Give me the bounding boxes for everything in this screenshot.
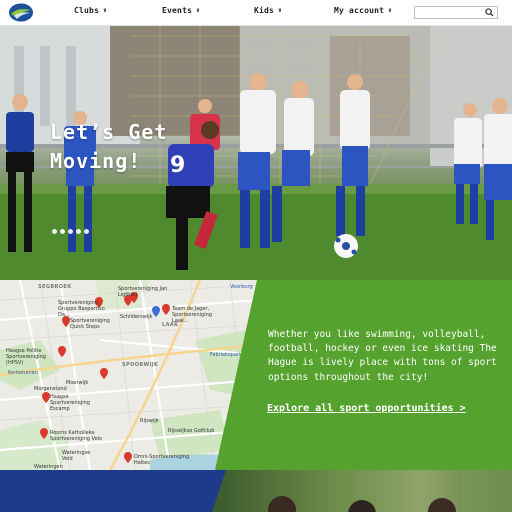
slide-dot[interactable] xyxy=(84,229,89,234)
clubs-map[interactable]: SEGBROEK Sportvereniging Jan Ligthart Sp… xyxy=(0,280,258,470)
bottom-photo-image xyxy=(268,470,512,512)
nav-kids-label: Kids xyxy=(254,6,275,15)
info-text: Whether you like swimming, volleyball, f… xyxy=(268,329,497,383)
slide-dot[interactable] xyxy=(52,229,57,234)
nav-clubs[interactable]: Clubs ∨ xyxy=(74,6,107,15)
nav-events[interactable]: Events ∨ xyxy=(162,6,200,15)
map-label: Wateringse Veld xyxy=(62,450,91,462)
slide-dot[interactable] xyxy=(68,229,73,234)
map-label: LAAK xyxy=(162,322,179,328)
map-label: Voorburg xyxy=(230,284,253,290)
map-label: Haagse Politie Sportvereniging (HPSV) xyxy=(6,348,46,366)
search-icon[interactable] xyxy=(485,8,494,17)
nav-clubs-label: Clubs xyxy=(74,6,100,15)
map-label: Morgenstond xyxy=(34,386,67,392)
map-label: Kerketuinen xyxy=(8,370,38,376)
jersey-number: 9 xyxy=(170,153,185,178)
map-label: SEGBROEK xyxy=(38,284,72,290)
map-label: Team de Jager, Sportvereniging Laak... xyxy=(172,306,212,324)
nav-my-account[interactable]: My account ∨ xyxy=(334,6,392,15)
map-label: Moerwijk xyxy=(66,380,89,386)
map-label: Schilderswijk xyxy=(120,314,153,320)
map-label: Sportvereniging Jan Ligthart xyxy=(118,286,168,298)
hero-title: Let’s Get Moving! xyxy=(50,118,167,176)
bottom-photo xyxy=(212,470,512,512)
explore-sports-link[interactable]: Explore all sport opportunities > xyxy=(267,403,466,414)
map-label: Omni-Sportvereniging Haltes xyxy=(134,454,190,466)
map-label: Haagse Sportvereniging Escamp xyxy=(50,394,90,412)
map-label: Rijswijkse Golfclub xyxy=(168,428,215,434)
map-label: Sportvereniging Quick Steps xyxy=(70,318,110,330)
search-input[interactable] xyxy=(417,7,481,17)
soccer-ball xyxy=(334,234,358,258)
top-navigation-bar: Clubs ∨ Events ∨ Kids ∨ My account ∨ xyxy=(0,0,512,26)
slide-dot[interactable] xyxy=(60,229,65,234)
map-label: Rijswijk xyxy=(140,418,159,424)
nav-events-label: Events xyxy=(162,6,193,15)
map-label: Fabriekspark xyxy=(210,352,242,358)
map-label: Sportvereniging Gruppo Basportivo Da... xyxy=(58,300,105,318)
chevron-down-icon: ∨ xyxy=(196,7,200,14)
nav-my-account-label: My account xyxy=(334,6,385,15)
search-box[interactable] xyxy=(414,6,498,19)
club-logo-icon[interactable] xyxy=(8,3,34,22)
hero-title-line-1: Let’s Get xyxy=(50,120,168,144)
chevron-down-icon: ∨ xyxy=(103,7,107,14)
hero-banner: 9 Let’s Get Moving! xyxy=(0,26,512,280)
nav-kids[interactable]: Kids ∨ xyxy=(254,6,282,15)
chevron-down-icon: ∨ xyxy=(278,7,282,14)
chevron-down-icon: ∨ xyxy=(388,7,392,14)
slide-dot[interactable] xyxy=(76,229,81,234)
map-label: Rooms Katholieke Sportvereniging Velo xyxy=(50,430,103,442)
map-label: SPOORWIJK xyxy=(122,362,159,368)
hero-title-line-2: Moving! xyxy=(50,149,142,173)
slider-dots xyxy=(52,219,92,238)
